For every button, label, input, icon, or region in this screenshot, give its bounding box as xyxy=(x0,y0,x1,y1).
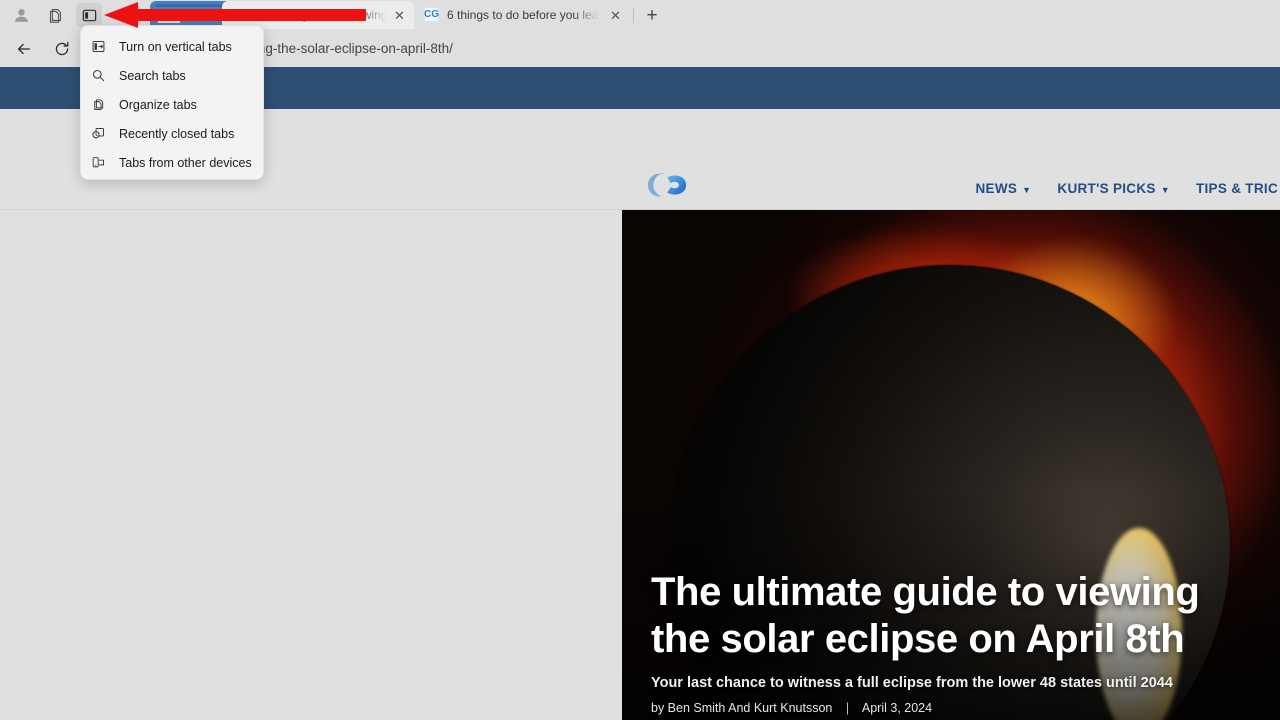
menu-item-tabs-from-other-devices[interactable]: Tabs from other devices xyxy=(81,148,263,177)
browser-window: The ultimate guide to viewing th ✕ CG 6 … xyxy=(0,0,1280,720)
back-button[interactable] xyxy=(10,35,38,63)
menu-item-label: Turn on vertical tabs xyxy=(119,40,232,54)
organize-tabs-icon xyxy=(91,96,113,114)
tab-close-icon[interactable]: ✕ xyxy=(608,8,623,23)
tab-actions-button[interactable] xyxy=(76,3,102,27)
reload-button[interactable] xyxy=(48,35,76,63)
annotation-arrow-icon xyxy=(104,2,366,28)
byline-authors: by Ben Smith And Kurt Knutsson xyxy=(651,701,832,715)
menu-item-label: Search tabs xyxy=(119,69,186,83)
tab-actions-menu: Turn on vertical tabs Search tabs Organi… xyxy=(80,25,264,180)
cyberguy-logo-icon xyxy=(638,166,700,206)
menu-item-label: Organize tabs xyxy=(119,98,197,112)
menu-item-label: Tabs from other devices xyxy=(119,156,252,170)
nav-label: TIPS & TRIC xyxy=(1196,181,1278,196)
search-icon xyxy=(91,67,113,85)
menu-item-turn-on-vertical-tabs[interactable]: Turn on vertical tabs xyxy=(81,32,263,61)
nav-item-kurts-picks[interactable]: KURT'S PICKS ▼ xyxy=(1057,181,1170,196)
workspaces-icon[interactable] xyxy=(42,3,68,27)
article-subtitle: Your last chance to witness a full eclip… xyxy=(651,675,1265,691)
headline-line-2: the solar eclipse on April 8th xyxy=(651,616,1265,663)
article-headline: The ultimate guide to viewing the solar … xyxy=(651,569,1265,663)
headline-line-1: The ultimate guide to viewing xyxy=(651,569,1265,616)
new-tab-button[interactable]: + xyxy=(641,4,663,26)
recently-closed-icon xyxy=(91,125,113,143)
hero-text-block: The ultimate guide to viewing the solar … xyxy=(651,569,1265,715)
menu-item-organize-tabs[interactable]: Organize tabs xyxy=(81,90,263,119)
menu-item-search-tabs[interactable]: Search tabs xyxy=(81,61,263,90)
chevron-down-icon: ▼ xyxy=(1161,185,1170,195)
chevron-down-icon: ▼ xyxy=(1022,185,1031,195)
byline-separator: | xyxy=(846,701,849,715)
menu-item-recently-closed-tabs[interactable]: Recently closed tabs xyxy=(81,119,263,148)
tab-favicon-icon: CG xyxy=(424,7,439,22)
vertical-tabs-icon xyxy=(91,38,113,56)
nav-item-tips-and-tricks[interactable]: TIPS & TRIC xyxy=(1196,181,1278,196)
nav-label: NEWS xyxy=(975,181,1017,196)
browser-tab-inactive[interactable]: CG 6 things to do before you leave ✕ xyxy=(414,1,630,29)
nav-label: KURT'S PICKS xyxy=(1057,181,1155,196)
profile-icon[interactable] xyxy=(8,3,34,27)
site-navigation: NEWS ▼ KURT'S PICKS ▼ TIPS & TRIC xyxy=(975,181,1280,196)
article-byline: by Ben Smith And Kurt Knutsson | April 3… xyxy=(651,701,1265,715)
tab-separator xyxy=(633,8,634,23)
tab-title: 6 things to do before you leave xyxy=(447,8,599,22)
byline-date: April 3, 2024 xyxy=(862,701,932,715)
nav-item-news[interactable]: NEWS ▼ xyxy=(975,181,1031,196)
tab-close-icon[interactable]: ✕ xyxy=(392,8,407,23)
article-hero: The ultimate guide to viewing the solar … xyxy=(622,210,1280,720)
menu-item-label: Recently closed tabs xyxy=(119,127,234,141)
other-devices-icon xyxy=(91,154,113,172)
